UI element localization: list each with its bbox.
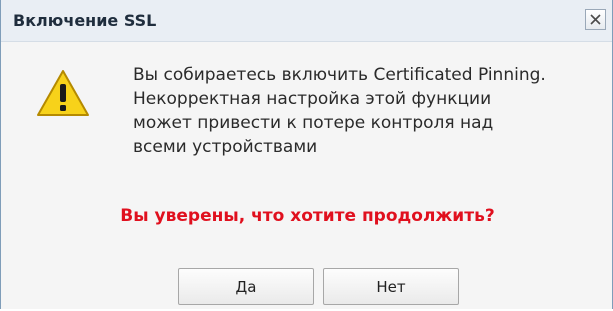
no-button[interactable]: Нет (323, 268, 459, 305)
message-line: может привести к потере контроля над (133, 113, 494, 133)
ssl-confirm-dialog: Включение SSL Вы собираетесь включить Ce… (0, 0, 613, 309)
warning-icon (35, 68, 91, 118)
confirm-question: Вы уверены, что хотите продолжить? (120, 206, 495, 226)
message-line: Вы собираетесь включить Certificated Pin… (133, 65, 546, 85)
message-line: всеми устройствами (133, 137, 318, 157)
close-icon (590, 14, 601, 25)
dialog-title: Включение SSL (13, 11, 157, 30)
yes-button[interactable]: Да (178, 268, 314, 305)
warning-message: Вы собираетесь включить Certificated Pin… (133, 63, 593, 159)
close-button[interactable] (585, 9, 606, 30)
dialog-titlebar: Включение SSL (1, 0, 612, 42)
message-line: Некорректная настройка этой функции (133, 89, 492, 109)
